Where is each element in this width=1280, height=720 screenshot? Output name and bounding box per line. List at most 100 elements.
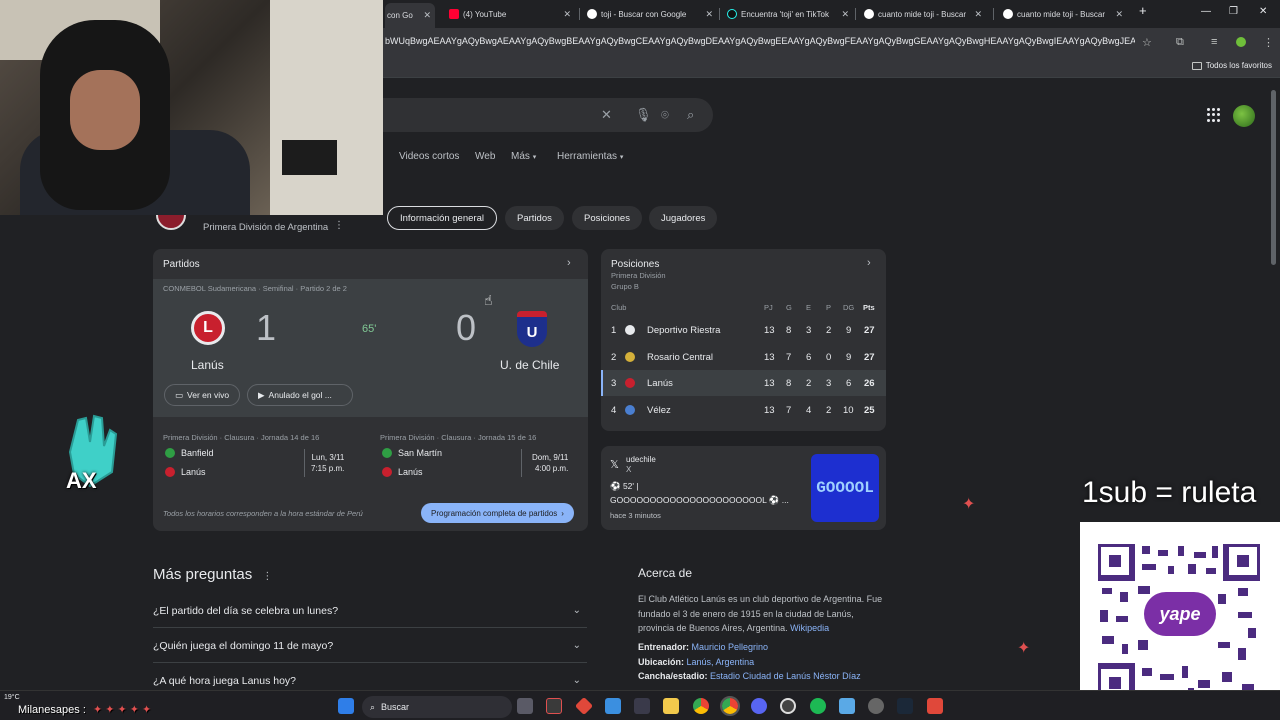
- maximize-icon[interactable]: ❐: [1229, 6, 1238, 17]
- close-icon[interactable]: ✕: [423, 10, 431, 21]
- nav-mas[interactable]: Más ▾: [511, 151, 536, 162]
- tab-cuanto-mide-2[interactable]: cuanto mide toji - Buscar ✕: [1003, 4, 1123, 24]
- apps-grid-icon[interactable]: [1207, 108, 1221, 122]
- fixture-team: San Martín: [382, 448, 442, 458]
- steam-icon[interactable]: [897, 698, 913, 714]
- faq-question-text: ¿A qué hora juega Lanus hoy?: [153, 675, 297, 687]
- search-icon: ⌕: [370, 701, 376, 712]
- app-icon[interactable]: [546, 698, 562, 714]
- anulado-gol-button[interactable]: ▶ Anulado el gol ...: [247, 384, 353, 406]
- windows-start-icon[interactable]: [338, 698, 354, 714]
- home-score: 1: [256, 307, 277, 348]
- nav-herramientas[interactable]: Herramientas ▾: [557, 151, 623, 162]
- close-icon[interactable]: ✕: [705, 9, 713, 20]
- standings-row[interactable]: 1 Deportivo Riestra 13 8 3 2 9 27: [601, 317, 886, 343]
- chevron-right-icon[interactable]: ›: [567, 257, 571, 269]
- chip-posiciones[interactable]: Posiciones: [572, 206, 642, 230]
- live-match[interactable]: CONMEBOL Sudamericana · Semifinal · Part…: [153, 279, 588, 417]
- tab-tiktok[interactable]: Encuentra 'toji' en TikTok ✕: [727, 4, 849, 24]
- nav-videos-cortos[interactable]: Videos cortos: [399, 151, 459, 162]
- tab-cuanto-mide-1[interactable]: cuanto mide toji - Buscar ✕: [864, 4, 982, 24]
- star-icon[interactable]: ☆: [1142, 36, 1152, 49]
- task-view-icon[interactable]: [517, 698, 533, 714]
- fact-value[interactable]: Lanús, Argentina: [687, 657, 755, 667]
- chevron-right-icon[interactable]: ›: [867, 257, 871, 269]
- sub-roulette-text: 1sub = ruleta: [1082, 476, 1257, 509]
- g: 8: [786, 378, 792, 389]
- new-tab-icon[interactable]: +: [1139, 3, 1147, 18]
- faq-question[interactable]: ¿Quién juega el domingo 11 de mayo? ⌄: [153, 640, 587, 652]
- standings-row-highlighted[interactable]: 3 Lanús 13 8 2 3 6 26: [601, 370, 886, 396]
- minimize-icon[interactable]: —: [1201, 6, 1211, 17]
- more-options-icon[interactable]: ⋮: [262, 571, 272, 582]
- nav-web[interactable]: Web: [475, 151, 495, 162]
- pepper-emoji-icon: ✦ ✦ ✦ ✦ ✦: [92, 704, 152, 716]
- url-field[interactable]: bWUqBwgAEAAYgAQyBwgAEAAYgAQyBwgBEAAYgAQy…: [385, 36, 1135, 46]
- app-icon[interactable]: [574, 696, 594, 716]
- weather-temp: 19°C: [4, 694, 20, 701]
- faq-question-text: ¿El partido del día se celebra un lunes?: [153, 605, 339, 617]
- clear-icon[interactable]: ✕: [601, 107, 612, 123]
- about-text: El Club Atlético Lanús es un club deport…: [638, 592, 888, 636]
- webcam-person-face: [70, 70, 140, 150]
- chrome-icon[interactable]: [693, 698, 709, 714]
- all-bookmarks[interactable]: Todos los favoritos: [1191, 61, 1272, 70]
- p: 0: [826, 352, 832, 363]
- profile-icon[interactable]: [1236, 37, 1246, 47]
- extensions-icon[interactable]: ⧉: [1176, 36, 1184, 49]
- tab-active[interactable]: con Go ✕: [385, 3, 435, 28]
- position: 2: [611, 352, 617, 363]
- tab-youtube[interactable]: (4) YouTube ✕: [449, 4, 571, 24]
- close-window-icon[interactable]: ✕: [1259, 6, 1267, 17]
- chip-informacion-general[interactable]: Información general: [387, 206, 497, 230]
- full-schedule-button[interactable]: Programación completa de partidos ›: [421, 503, 574, 523]
- fact-value[interactable]: Mauricio Pellegrino: [692, 642, 769, 652]
- tab-divider: [993, 8, 994, 20]
- standings-row[interactable]: 2 Rosario Central 13 7 6 0 9 27: [601, 344, 886, 370]
- header-g: G: [786, 303, 792, 312]
- close-icon[interactable]: ✕: [1115, 9, 1123, 20]
- chrome-active-icon[interactable]: [720, 696, 740, 716]
- close-icon[interactable]: ✕: [974, 9, 982, 20]
- taskbar-search[interactable]: ⌕ Buscar: [362, 696, 512, 718]
- scrollbar-thumb[interactable]: [1271, 90, 1276, 265]
- close-icon[interactable]: ✕: [841, 9, 849, 20]
- lanus-crest: L: [191, 311, 225, 345]
- app-icon[interactable]: [927, 698, 943, 714]
- tweet-card[interactable]: 𝕏 udechile X ⚽ 52' | GOOOOOOOOOOOOOOOOOO…: [601, 446, 886, 530]
- tv-icon: ▭: [175, 389, 184, 400]
- wikipedia-link[interactable]: Wikipedia: [790, 623, 829, 633]
- faq-question[interactable]: ¿El partido del día se celebra un lunes?…: [153, 605, 587, 617]
- fact-coach: Entrenador: Mauricio Pellegrino: [638, 642, 768, 652]
- tab-google-toji[interactable]: toji - Buscar con Google ✕: [587, 4, 713, 24]
- fact-value[interactable]: Estadio Ciudad de Lanús Néstor Díaz: [710, 671, 861, 681]
- camera-icon[interactable]: ⌾: [661, 107, 669, 123]
- close-icon[interactable]: ✕: [563, 9, 571, 20]
- menu-icon[interactable]: ⋮: [1263, 36, 1274, 49]
- search-input[interactable]: ✕ 🎙 ⌾ ⌕: [383, 98, 713, 132]
- chip-jugadores[interactable]: Jugadores: [649, 206, 718, 230]
- avatar[interactable]: [1233, 105, 1255, 127]
- notepad-icon[interactable]: [839, 698, 855, 714]
- weather-widget[interactable]: 19°C: [4, 694, 20, 701]
- faq-question[interactable]: ¿A qué hora juega Lanus hoy? ⌄: [153, 675, 587, 687]
- app-icon[interactable]: [605, 698, 621, 714]
- discord-icon[interactable]: [751, 698, 767, 714]
- address-bar: bWUqBwgAEAAYgAQyBwgAEAAYgAQyBwgBEAAYgAQy…: [383, 28, 1280, 56]
- play-icon: ▶: [258, 389, 265, 400]
- chip-partidos[interactable]: Partidos: [505, 206, 564, 230]
- fact-label: Entrenador:: [638, 642, 690, 652]
- search-icon[interactable]: ⌕: [687, 107, 694, 123]
- settings-icon[interactable]: [868, 698, 884, 714]
- store-icon[interactable]: [634, 698, 650, 714]
- ver-en-vivo-button[interactable]: ▭ Ver en vivo: [164, 384, 241, 406]
- standings-row[interactable]: 4 Vélez 13 7 4 2 10 25: [601, 397, 886, 423]
- away-score: 0: [456, 307, 477, 348]
- spotify-icon[interactable]: [810, 698, 826, 714]
- more-options-icon[interactable]: ⋮: [334, 220, 344, 231]
- microphone-icon[interactable]: 🎙: [635, 107, 652, 123]
- file-explorer-icon[interactable]: [663, 698, 679, 714]
- media-icon[interactable]: ≡: [1211, 36, 1217, 48]
- obs-icon[interactable]: [780, 698, 796, 714]
- club-crest: [625, 325, 635, 335]
